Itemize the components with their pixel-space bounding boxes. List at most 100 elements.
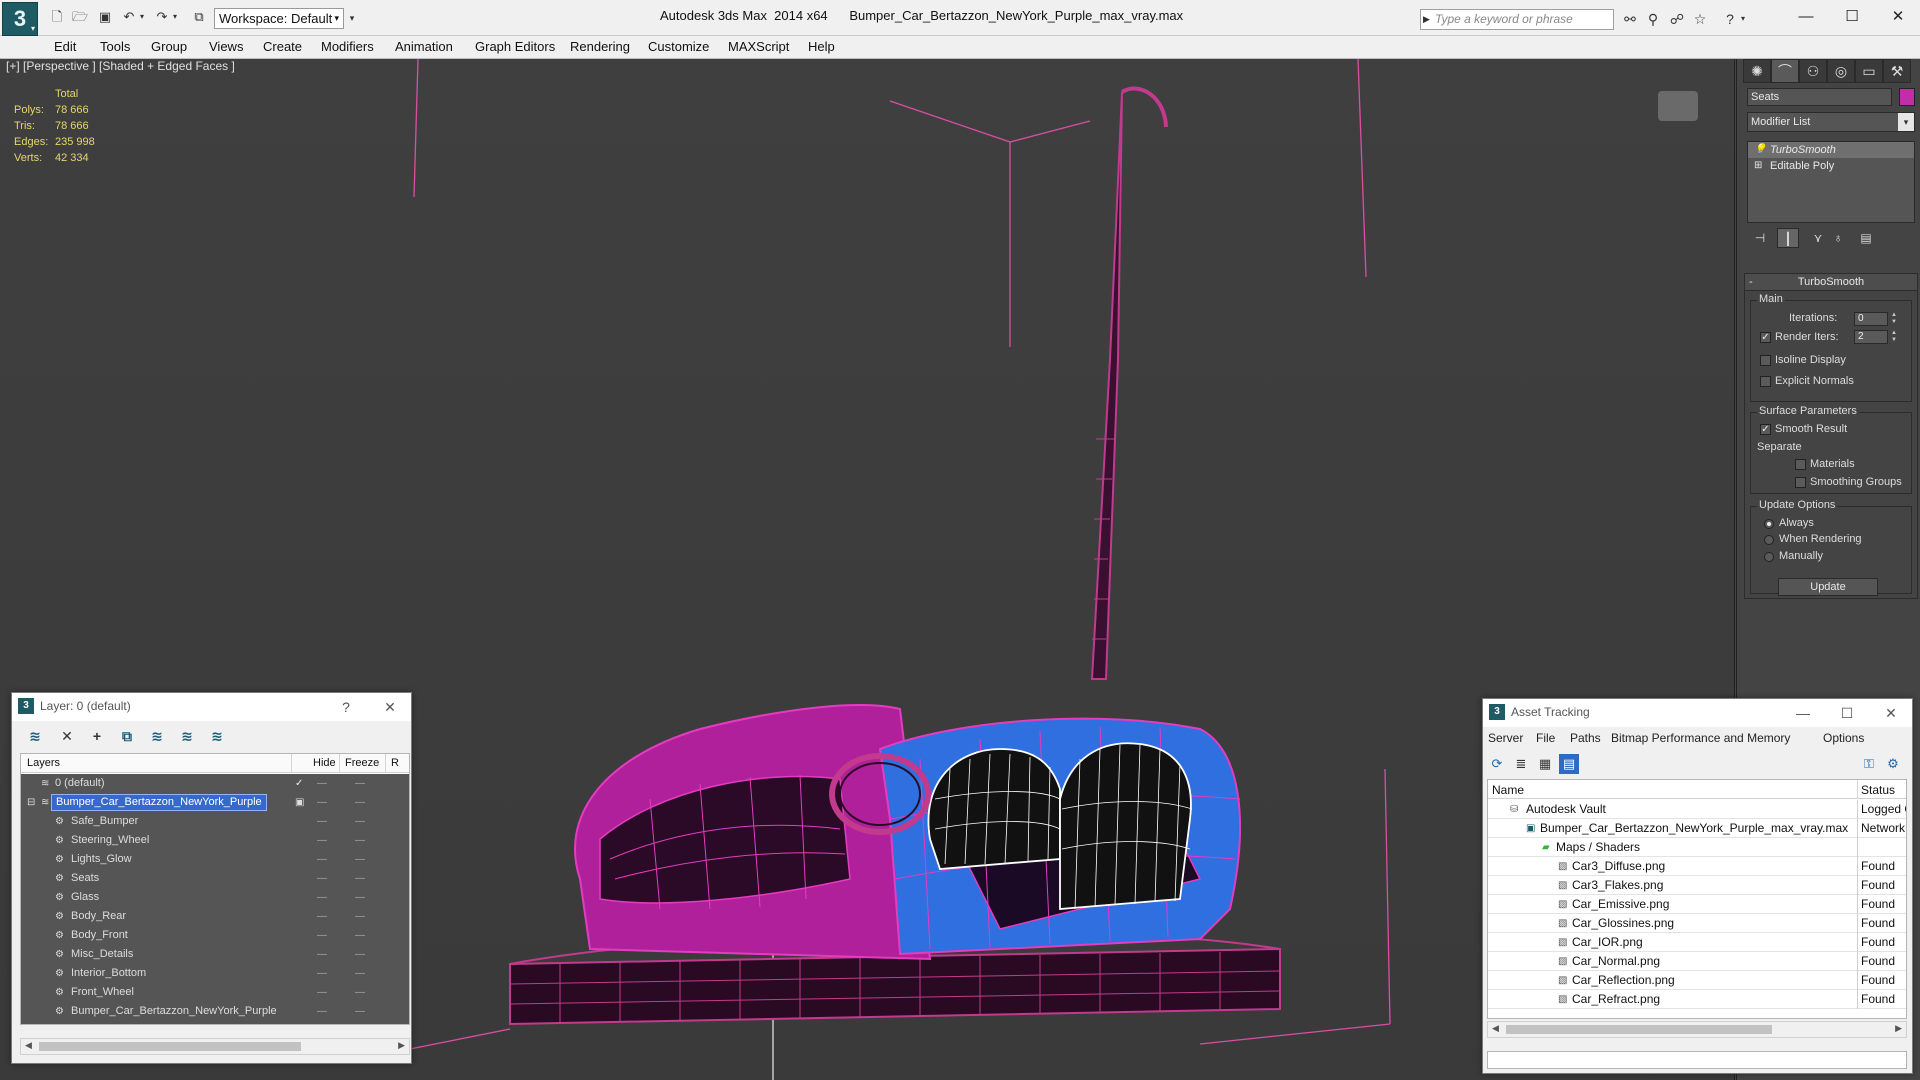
vault-settings-icon[interactable]: ⚙ bbox=[1883, 754, 1903, 774]
redo-icon[interactable]: ↷ bbox=[153, 8, 171, 26]
layer-row[interactable]: ≋ 0 (default) ✓ — — bbox=[21, 774, 409, 793]
freeze-toggle[interactable]: — bbox=[355, 964, 365, 983]
hide-toggle[interactable]: — bbox=[317, 945, 327, 964]
freeze-toggle[interactable]: — bbox=[355, 774, 365, 793]
smoothing-groups-checkbox[interactable] bbox=[1795, 477, 1806, 488]
maximize-button[interactable]: ☐ bbox=[1833, 702, 1861, 724]
column-freeze[interactable]: Freeze bbox=[345, 757, 379, 769]
utilities-tab-icon[interactable]: ⚒ bbox=[1883, 59, 1911, 83]
layer-manager-titlebar[interactable]: 3 Layer: 0 (default) ? ✕ bbox=[12, 693, 411, 721]
layer-row[interactable]: ⚙ Misc_Details — — bbox=[21, 945, 409, 964]
menu-customize[interactable]: Customize bbox=[648, 39, 709, 54]
freeze-toggle[interactable]: — bbox=[355, 945, 365, 964]
menu-rendering[interactable]: Rendering bbox=[570, 39, 630, 54]
menu-modifiers[interactable]: Modifiers bbox=[321, 39, 374, 54]
remove-modifier-icon[interactable]: ♁ bbox=[1827, 228, 1849, 248]
hide-toggle[interactable]: — bbox=[317, 964, 327, 983]
update-button[interactable]: Update bbox=[1778, 578, 1878, 596]
rollout-header[interactable]: - TurboSmooth bbox=[1745, 274, 1917, 291]
freeze-toggle[interactable]: — bbox=[355, 926, 365, 945]
hide-toggle[interactable]: — bbox=[317, 983, 327, 1002]
layer-row[interactable]: ⚙ Interior_Bottom — — bbox=[21, 964, 409, 983]
hide-toggle[interactable]: — bbox=[317, 793, 327, 812]
connect-icon[interactable]: ⚲ bbox=[1643, 10, 1663, 28]
layer-horizontal-scrollbar[interactable]: ◀ ▶ bbox=[20, 1038, 410, 1055]
menu-group[interactable]: Group bbox=[151, 39, 187, 54]
menu-animation[interactable]: Animation bbox=[395, 39, 453, 54]
menu-server[interactable]: Server bbox=[1488, 731, 1523, 745]
undo-dropdown-icon[interactable]: ▾ bbox=[137, 8, 147, 26]
spinner-arrows-icon[interactable]: ▲ ▼ bbox=[1890, 330, 1898, 344]
always-radio[interactable] bbox=[1764, 519, 1774, 529]
add-to-layer-icon[interactable]: + bbox=[86, 726, 108, 746]
close-button[interactable]: ✕ bbox=[376, 696, 404, 718]
menu-edit[interactable]: Edit bbox=[54, 39, 76, 54]
freeze-toggle[interactable]: — bbox=[355, 983, 365, 1002]
list-view-icon[interactable]: ≣ bbox=[1511, 754, 1531, 774]
freeze-toggle[interactable]: — bbox=[355, 812, 365, 831]
workspace-menu-icon[interactable]: ▾ bbox=[346, 8, 358, 29]
menu-create[interactable]: Create bbox=[263, 39, 302, 54]
stack-item-editable-poly[interactable]: ⊞ Editable Poly bbox=[1748, 158, 1914, 174]
close-button[interactable]: ✕ bbox=[1877, 702, 1905, 724]
object-color-swatch[interactable] bbox=[1899, 88, 1915, 106]
close-button[interactable]: ✕ bbox=[1878, 5, 1918, 29]
hide-toggle[interactable]: — bbox=[317, 850, 327, 869]
column-layers[interactable]: Layers bbox=[27, 757, 60, 769]
menu-tools[interactable]: Tools bbox=[100, 39, 130, 54]
scroll-right-icon[interactable]: ▶ bbox=[1895, 1023, 1902, 1034]
asset-row[interactable]: ▣ Bumper_Car_Bertazzon_NewYork_Purple_max… bbox=[1488, 819, 1906, 838]
motion-tab-icon[interactable]: ◎ bbox=[1827, 59, 1855, 83]
explicit-normals-checkbox[interactable] bbox=[1760, 376, 1771, 387]
create-tab-icon[interactable]: ✺ bbox=[1743, 59, 1771, 83]
favorites-star-icon[interactable]: ☆ bbox=[1690, 10, 1710, 28]
vault-login-icon[interactable]: ⚿ bbox=[1859, 754, 1879, 774]
viewport-label[interactable]: [+] [Perspective ] [Shaded + Edged Faces… bbox=[6, 59, 235, 73]
render-iters-spinner[interactable]: 2 bbox=[1854, 330, 1888, 344]
pin-stack-icon[interactable]: ⊣ bbox=[1749, 228, 1771, 248]
redo-dropdown-icon[interactable]: ▾ bbox=[170, 8, 180, 26]
asset-row[interactable]: ▧ Car_Refract.png Found bbox=[1488, 990, 1906, 1009]
minimize-button[interactable]: — bbox=[1786, 5, 1826, 29]
layer-row[interactable]: ⚙ Safe_Bumper — — bbox=[21, 812, 409, 831]
freeze-toggle[interactable]: — bbox=[355, 793, 365, 812]
menu-maxscript[interactable]: MAXScript bbox=[728, 39, 789, 54]
asset-horizontal-scrollbar[interactable]: ◀ ▶ bbox=[1487, 1021, 1907, 1038]
freeze-toggle[interactable]: — bbox=[355, 888, 365, 907]
materials-checkbox[interactable] bbox=[1795, 459, 1806, 470]
thumbnail-view-icon[interactable]: ▦ bbox=[1535, 754, 1555, 774]
menu-help[interactable]: Help bbox=[808, 39, 835, 54]
scroll-left-icon[interactable]: ◀ bbox=[1492, 1023, 1499, 1034]
column-name[interactable]: Name bbox=[1492, 783, 1524, 797]
open-file-icon[interactable]: 🗁 bbox=[71, 8, 89, 26]
hide-toggle[interactable]: — bbox=[317, 926, 327, 945]
hide-toggle[interactable]: — bbox=[317, 1002, 327, 1021]
column-render[interactable]: R bbox=[391, 757, 399, 769]
when-rendering-radio[interactable] bbox=[1764, 535, 1774, 545]
collapse-minus-icon[interactable]: ⊟ bbox=[27, 793, 35, 812]
smooth-result-checkbox[interactable]: ✓ bbox=[1760, 424, 1771, 435]
table-view-icon[interactable]: ▤ bbox=[1559, 754, 1579, 774]
hide-toggle[interactable]: — bbox=[317, 907, 327, 926]
scroll-right-icon[interactable]: ▶ bbox=[398, 1040, 405, 1051]
refresh-icon[interactable]: ⟳ bbox=[1487, 754, 1507, 774]
menu-graph-editors[interactable]: Graph Editors bbox=[475, 39, 555, 54]
layer-row[interactable]: ⊟ ≋ Bumper_Car_Bertazzon_NewYork_Purple … bbox=[21, 793, 409, 812]
layer-row[interactable]: ⚙ Steering_Wheel — — bbox=[21, 831, 409, 850]
search-input[interactable]: ▶ Type a keyword or phrase bbox=[1420, 9, 1614, 30]
column-hide[interactable]: Hide bbox=[313, 757, 336, 769]
scroll-left-icon[interactable]: ◀ bbox=[25, 1040, 32, 1051]
show-end-result-icon[interactable]: ┃ bbox=[1777, 228, 1799, 248]
hide-toggle[interactable]: — bbox=[317, 831, 327, 850]
asset-row[interactable]: ⛁ Autodesk Vault Logged O bbox=[1488, 800, 1906, 819]
freeze-toggle[interactable]: — bbox=[355, 869, 365, 888]
asset-row[interactable]: ▧ Car_IOR.png Found bbox=[1488, 933, 1906, 952]
layer-row[interactable]: ⚙ Front_Wheel — — bbox=[21, 983, 409, 1002]
layer-row[interactable]: ⚙ Body_Rear — — bbox=[21, 907, 409, 926]
asset-row[interactable]: ▰ Maps / Shaders bbox=[1488, 838, 1906, 857]
object-name-field[interactable]: Seats bbox=[1747, 88, 1892, 106]
menu-file[interactable]: File bbox=[1536, 731, 1555, 745]
asset-row[interactable]: ▧ Car_Glossines.png Found bbox=[1488, 914, 1906, 933]
new-file-icon[interactable]: 🗋 bbox=[48, 8, 66, 26]
scrollbar-thumb[interactable] bbox=[39, 1042, 301, 1051]
